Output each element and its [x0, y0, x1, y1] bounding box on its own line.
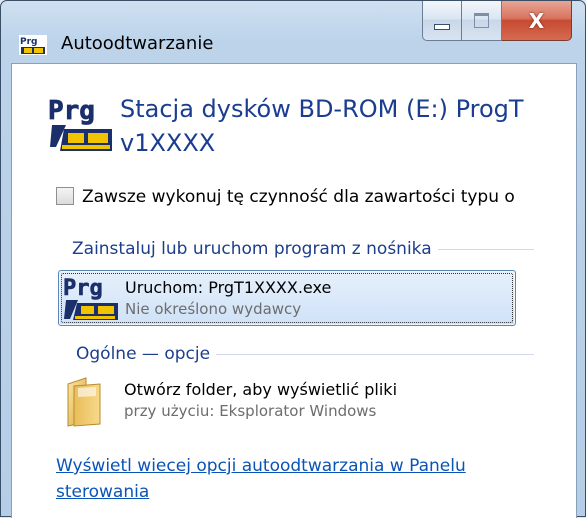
open-folder-subtitle: przy użyciu: Eksplorator Windows — [124, 402, 377, 420]
open-folder-title: Otwórz folder, aby wyświetlić pliki — [124, 380, 398, 399]
group-header-label: Ogólne — opcje — [76, 342, 217, 366]
always-do-this-row[interactable]: Zawsze wykonuj tę czynność dla zawartośc… — [56, 184, 576, 210]
window-title: Autoodtwarzanie — [61, 33, 214, 54]
minimize-button[interactable] — [422, 1, 462, 41]
always-do-this-checkbox[interactable] — [56, 187, 74, 205]
run-program-title: Uruchom: PrgT1XXXX.exe — [125, 278, 332, 297]
run-program-option[interactable]: Prg Uruchom: PrgT1XXXX.exe Nie określono… — [58, 270, 516, 326]
svg-text:Prg: Prg — [48, 96, 95, 126]
svg-text:Prg: Prg — [20, 37, 37, 47]
progt-app-icon: Prg — [19, 35, 47, 55]
caption-buttons: X — [422, 1, 572, 43]
minimize-icon — [434, 23, 450, 30]
maximize-icon — [474, 13, 489, 28]
svg-text:Prg: Prg — [63, 276, 103, 301]
drive-title: Stacja dysków BD-ROM (E:) ProgT v1XXXX — [120, 95, 524, 157]
folder-icon — [67, 377, 101, 427]
group-header-general: Ogólne — opcje — [76, 342, 534, 366]
close-icon: X — [528, 8, 545, 33]
group-header-label: Zainstaluj lub uruchom program z nośnika — [72, 237, 438, 261]
always-do-this-label[interactable]: Zawsze wykonuj tę czynność dla zawartośc… — [82, 184, 515, 210]
maximize-button[interactable] — [462, 1, 502, 41]
more-autoplay-options-link[interactable]: Wyświetl wiecej opcji autoodtwarzania w … — [56, 453, 526, 505]
close-button[interactable]: X — [502, 1, 572, 41]
drive-progt-icon: Prg — [48, 96, 112, 151]
run-program-publisher: Nie określono wydawcy — [125, 300, 302, 318]
title-bar[interactable]: Prg Autoodtwarzanie X — [1, 1, 585, 63]
progt-app-icon: Prg — [63, 276, 118, 320]
open-folder-option[interactable]: Otwórz folder, aby wyświetlić pliki przy… — [58, 372, 516, 430]
group-header-install: Zainstaluj lub uruchom program z nośnika — [72, 237, 534, 261]
